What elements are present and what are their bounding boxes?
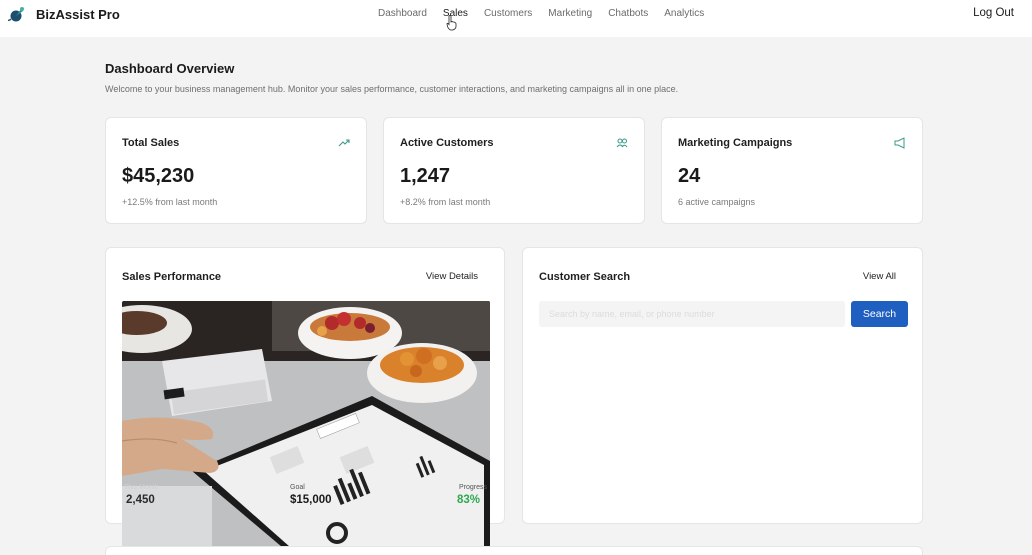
hand-cursor-icon (446, 15, 457, 31)
page-title: Dashboard Overview (105, 61, 235, 76)
stat-change: 6 active campaigns (678, 197, 756, 207)
stat-card-marketing-campaigns: Marketing Campaigns 24 6 active campaign… (661, 117, 923, 224)
stat-value: 1,247 (400, 165, 451, 187)
section-title: Sales Performance (122, 271, 222, 283)
bottom-card (105, 546, 923, 555)
trend-up-icon (338, 139, 350, 147)
section-title: Customer Search (539, 271, 631, 283)
main-nav: Dashboard Sales Customers Marketing Chat… (378, 8, 720, 19)
sales-photo-image (122, 301, 490, 547)
stat-card-active-customers: Active Customers 1,247 +8.2% from last m… (383, 117, 645, 224)
page-subtitle: Welcome to your business management hub.… (105, 84, 679, 94)
overlay-caption-left: This Month (124, 484, 159, 491)
brand-name: BizAssist Pro (36, 6, 120, 22)
sales-photo (122, 301, 490, 547)
stat-change: +12.5% from last month (122, 197, 218, 207)
view-all-link[interactable]: View All (863, 271, 896, 282)
view-details-link[interactable]: View Details (426, 271, 478, 282)
search-button[interactable]: Search (851, 301, 908, 327)
megaphone-icon (894, 137, 905, 149)
users-icon (616, 138, 628, 148)
stat-title: Active Customers (400, 137, 494, 149)
overlay-caption-right: Progress (459, 484, 488, 491)
stat-card-total-sales: Total Sales $45,230 +12.5% from last mon… (105, 117, 367, 224)
customer-search-card: Customer Search View All Search (522, 247, 923, 524)
stat-value: $45,230 (122, 165, 195, 187)
stat-change: +8.2% from last month (400, 197, 491, 207)
overlay-value-right: 83% (457, 494, 481, 506)
logout-button[interactable]: Log Out (973, 7, 1014, 19)
brand-logo-icon (8, 7, 24, 22)
stat-value: 24 (678, 165, 701, 187)
sales-performance-card: Sales Performance View Details This Mont… (105, 247, 505, 547)
nav-customers[interactable]: Customers (484, 8, 532, 19)
nav-analytics[interactable]: Analytics (664, 8, 704, 19)
stat-title: Marketing Campaigns (678, 137, 793, 149)
stat-title: Total Sales (122, 137, 180, 149)
brand[interactable]: BizAssist Pro (8, 5, 120, 23)
nav-chatbots[interactable]: Chatbots (608, 8, 648, 19)
customer-search-input[interactable] (539, 301, 845, 327)
overlay-value-left: 2,450 (126, 494, 155, 506)
top-navbar: BizAssist Pro Dashboard Sales Customers … (0, 0, 1032, 37)
overlay-caption-mid: Goal (290, 484, 305, 491)
overlay-value-mid: $15,000 (290, 494, 332, 506)
nav-dashboard[interactable]: Dashboard (378, 8, 427, 19)
nav-marketing[interactable]: Marketing (548, 8, 592, 19)
